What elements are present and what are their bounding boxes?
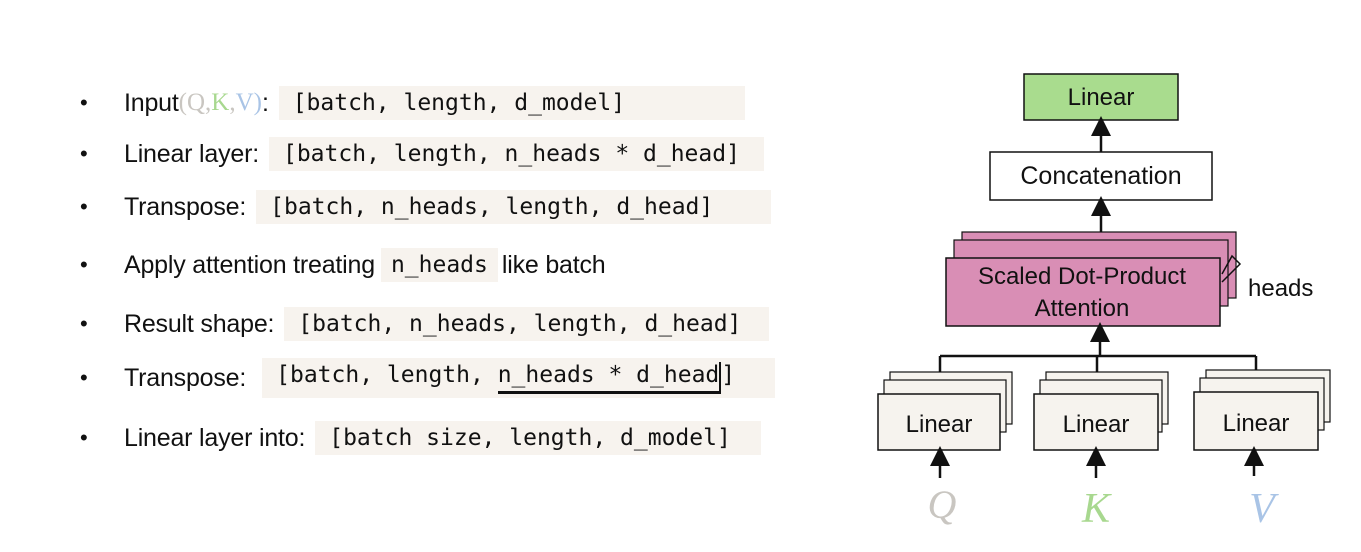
bullet-dot: • <box>80 365 88 390</box>
k-symbol: K <box>211 89 230 116</box>
bullet-dot: • <box>80 141 88 166</box>
underlined-code: n_heads * d_head <box>497 362 722 394</box>
bullet-dot: • <box>80 90 88 115</box>
shape-code: [batch, n_heads, length, d_head] <box>284 307 770 341</box>
bullet-dot: • <box>80 425 88 450</box>
attention-label-line1: Scaled Dot-Product <box>978 263 1186 290</box>
diagram-svg: Linear Concatenation Scaled Dot-Product … <box>877 73 1331 532</box>
bullet-dot: • <box>80 252 88 277</box>
heads-label: heads <box>1248 275 1313 302</box>
linear-v-label: Linear <box>1223 410 1290 437</box>
bullet-list: • Input(Q, K, V): [batch, length, d_mode… <box>0 0 860 552</box>
bullet-label: Linear layer: <box>124 139 259 168</box>
qkv-open: ( <box>178 89 187 116</box>
inline-code: n_heads <box>380 248 498 282</box>
bullet-item-apply-attention: • Apply attention treating n_heads like … <box>80 245 606 285</box>
input-v-label: V <box>1249 486 1279 532</box>
bullet-item-result-shape: • Result shape: [batch, n_heads, length,… <box>80 304 770 344</box>
bullet-label: Linear layer into: <box>124 423 306 452</box>
v-symbol: V <box>235 89 254 116</box>
shape-code: [batch, length, n_heads * d_head] <box>262 358 776 398</box>
attention-label-line2: Attention <box>1035 295 1130 322</box>
bullet-label: Result shape: <box>124 309 275 338</box>
bullet-item-transpose-back: • Transpose: [batch, length, n_heads * d… <box>80 358 776 398</box>
shape-code: [batch, length, d_model] <box>278 86 746 120</box>
code-prefix: [batch, length, <box>276 362 498 388</box>
bullet-label: Input <box>124 88 179 117</box>
bullet-dot: • <box>80 311 88 336</box>
bullet-dot: • <box>80 194 88 219</box>
linear-q-label: Linear <box>906 411 973 438</box>
colon: : <box>261 88 269 117</box>
bullet-label: Transpose: <box>124 363 247 392</box>
bullet-label: Transpose: <box>124 192 247 221</box>
bullet-item-transpose: • Transpose: [batch, n_heads, length, d_… <box>80 187 772 227</box>
multi-head-attention-diagram: Linear Concatenation Scaled Dot-Product … <box>870 60 1350 540</box>
code-suffix: ] <box>721 362 736 388</box>
concatenation-label: Concatenation <box>1020 162 1181 190</box>
qkv-close: ) <box>253 89 262 116</box>
q-symbol: Q <box>186 89 205 116</box>
input-k-label: K <box>1081 486 1112 532</box>
shape-code: [batch, n_heads, length, d_head] <box>256 190 772 224</box>
top-linear-label: Linear <box>1068 84 1135 111</box>
bullet-item-linear-layer: • Linear layer: [batch, length, n_heads … <box>80 134 764 174</box>
bullet-label-after: like batch <box>501 250 606 279</box>
linear-k-label: Linear <box>1063 411 1130 438</box>
input-q-label: Q <box>928 482 957 527</box>
shape-code: [batch, length, n_heads * d_head] <box>268 137 764 171</box>
bullet-label: Apply attention treating <box>124 250 375 279</box>
shape-code: [batch size, length, d_model] <box>315 421 761 455</box>
bullet-item-input: • Input(Q, K, V): [batch, length, d_mode… <box>80 83 746 123</box>
bullet-item-linear-into: • Linear layer into: [batch size, length… <box>80 418 761 458</box>
